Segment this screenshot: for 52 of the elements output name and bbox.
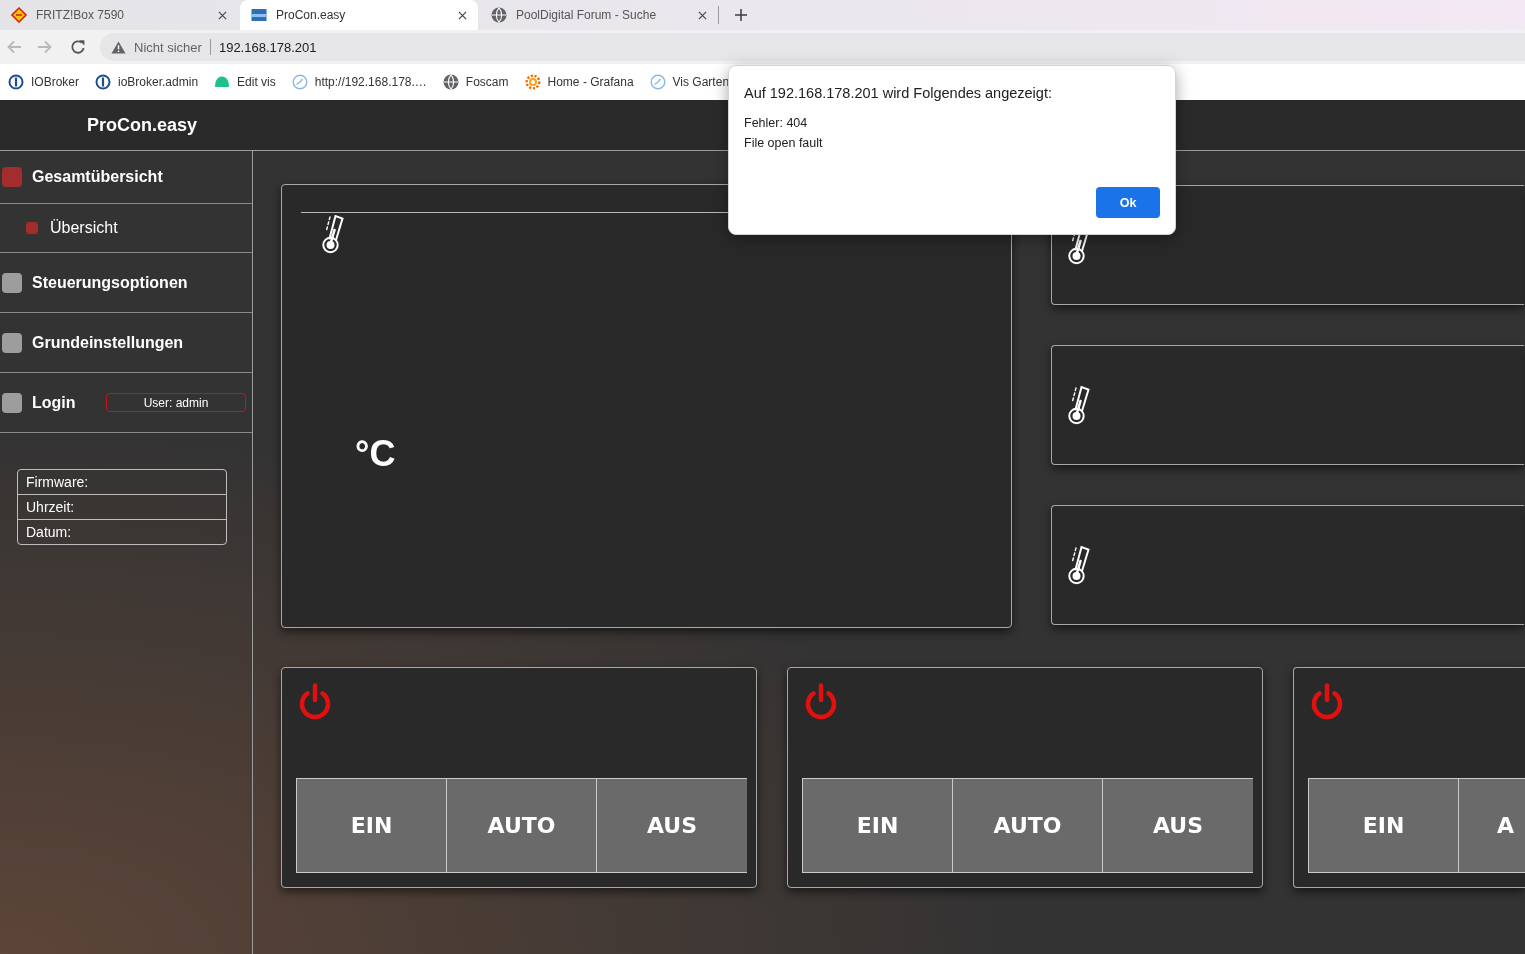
dialog-title: Auf 192.168.178.201 wird Folgendes angezeigt: <box>744 85 1052 101</box>
image-icon <box>251 7 267 23</box>
globe-icon <box>491 7 507 23</box>
mode-button[interactable]: EIN <box>297 779 447 872</box>
bookmark-link[interactable]: Foscam <box>434 69 517 95</box>
globe-icon <box>442 74 459 90</box>
gauge-icon <box>291 74 308 90</box>
mode-button[interactable]: EIN <box>803 779 953 872</box>
browser-tab[interactable]: FRITZ!Box 7590 <box>0 0 238 30</box>
ring-logo-icon <box>8 74 24 90</box>
info-label: Uhrzeit: <box>26 499 75 515</box>
app-title: ProCon.easy <box>86 114 197 136</box>
unit-label: °C <box>355 433 396 475</box>
mode-button[interactable]: A <box>1459 779 1525 872</box>
plus-icon[interactable] <box>735 9 747 21</box>
address-bar[interactable]: Nicht sicher 192.168.178.201 <box>100 33 1525 61</box>
dialog-message: File open fault <box>744 135 823 152</box>
browser-tab[interactable]: PoolDigital Forum - Suche <box>480 0 718 30</box>
bookmark-link[interactable]: Vis Garten <box>641 69 738 95</box>
user-badge: User: admin <box>106 393 246 412</box>
bookmark-link[interactable]: Edit vis <box>206 69 284 95</box>
menu-item[interactable]: Steuerungsoptionen <box>0 253 252 312</box>
close-icon[interactable] <box>698 10 707 20</box>
warning-icon[interactable] <box>111 40 126 54</box>
reload-icon[interactable] <box>70 39 86 55</box>
menu-item[interactable]: Grundeinstellungen <box>0 313 252 372</box>
ring-logo-icon <box>95 74 111 90</box>
close-icon[interactable] <box>458 10 467 20</box>
mode-button[interactable]: AUTO <box>447 779 597 872</box>
bookmark-link[interactable]: http://192.168.178.… <box>283 69 435 95</box>
browser-tab[interactable]: ProCon.easy <box>240 0 478 30</box>
info-label: Datum: <box>26 524 72 540</box>
mode-button[interactable]: AUS <box>597 779 747 872</box>
bookmark-link[interactable]: ioBroker.admin <box>87 69 207 95</box>
menu-item[interactable]: Gesamtübersicht <box>0 151 252 203</box>
mode-button[interactable]: AUTO <box>953 779 1103 872</box>
bookmark-link[interactable]: IOBroker <box>0 69 87 95</box>
submenu-item[interactable]: Übersicht <box>0 204 252 252</box>
gear-icon <box>524 74 541 90</box>
mode-button[interactable]: EIN <box>1309 779 1459 872</box>
diamond-logo-icon <box>11 7 27 23</box>
dialog-message: Fehler: 404 <box>744 115 808 132</box>
security-label[interactable]: Nicht sicher <box>134 39 202 55</box>
gauge-icon <box>649 74 666 90</box>
dome-icon <box>214 74 231 90</box>
url-text: 192.168.178.201 <box>218 39 317 55</box>
ok-button[interactable]: Ok <box>1096 187 1160 218</box>
bookmark-link[interactable]: Home - Grafana <box>516 69 642 95</box>
close-icon[interactable] <box>218 10 227 20</box>
info-label: Firmware: <box>26 474 89 490</box>
mode-button[interactable]: AUS <box>1103 779 1253 872</box>
menu-item[interactable]: Login <box>0 373 106 432</box>
